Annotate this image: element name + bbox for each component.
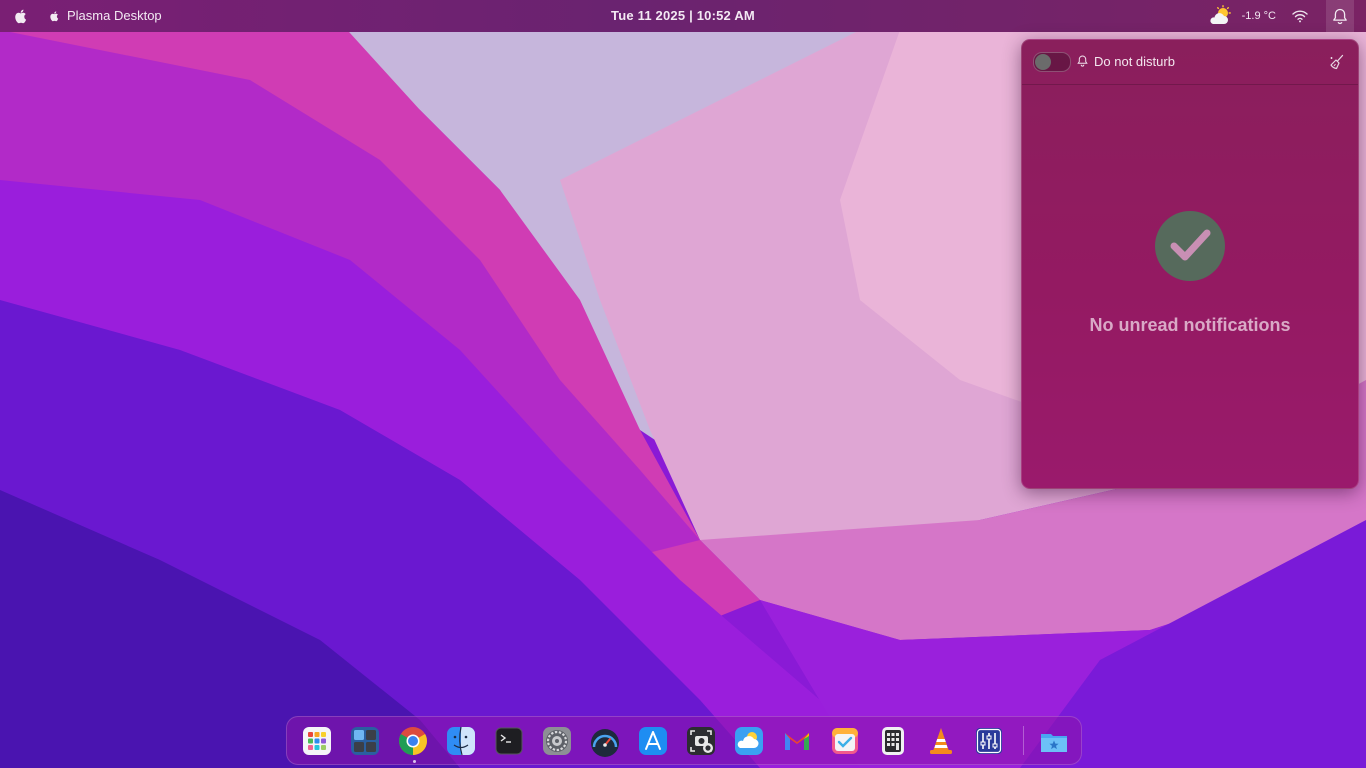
gmail-icon[interactable]	[781, 725, 813, 757]
notifications-button[interactable]	[1326, 0, 1354, 32]
system-tray: -1.9 °C	[1208, 0, 1366, 32]
favorites-folder-icon[interactable]	[1038, 725, 1070, 757]
clear-all-broom-icon[interactable]	[1328, 53, 1346, 71]
clock-label[interactable]: Tue 11 2025 | 10:52 AM	[611, 8, 755, 23]
empty-notifications-message: No unread notifications	[1089, 315, 1291, 335]
toggle-knob	[1035, 54, 1051, 70]
audio-mixer-icon[interactable]	[973, 725, 1005, 757]
do-not-disturb-toggle[interactable]	[1033, 52, 1071, 72]
terminal-icon[interactable]	[493, 725, 525, 757]
weather-app-icon[interactable]	[733, 725, 765, 757]
all-clear-check-icon	[1155, 211, 1225, 281]
vlc-icon[interactable]	[925, 725, 957, 757]
notifications-popup: Do not disturb No unread notifications	[1021, 39, 1359, 489]
running-indicator-chrome	[413, 760, 416, 763]
notifications-header: Do not disturb	[1022, 40, 1358, 85]
temperature-label: -1.9 °C	[1241, 10, 1276, 22]
bell-icon	[1333, 8, 1347, 24]
do-not-disturb-label: Do not disturb	[1094, 54, 1175, 69]
tasks-icon[interactable]	[829, 725, 861, 757]
dnd-bell-icon	[1077, 55, 1088, 67]
system-monitor-icon[interactable]	[589, 725, 621, 757]
calculator-icon[interactable]	[877, 725, 909, 757]
dock-separator	[1023, 726, 1024, 755]
weather-partly-cloudy-icon[interactable]	[1208, 5, 1232, 27]
system-settings-icon[interactable]	[541, 725, 573, 757]
dock	[286, 716, 1082, 765]
screenshot-icon[interactable]	[685, 725, 717, 757]
window-manager-icon[interactable]	[349, 725, 381, 757]
wifi-icon[interactable]	[1292, 9, 1308, 23]
chrome-icon[interactable]	[397, 725, 429, 757]
top-panel: Plasma Desktop Tue 11 2025 | 10:52 AM -1…	[0, 0, 1366, 32]
launchpad-icon[interactable]	[301, 725, 333, 757]
app-store-icon[interactable]	[637, 725, 669, 757]
finder-icon[interactable]	[445, 725, 477, 757]
